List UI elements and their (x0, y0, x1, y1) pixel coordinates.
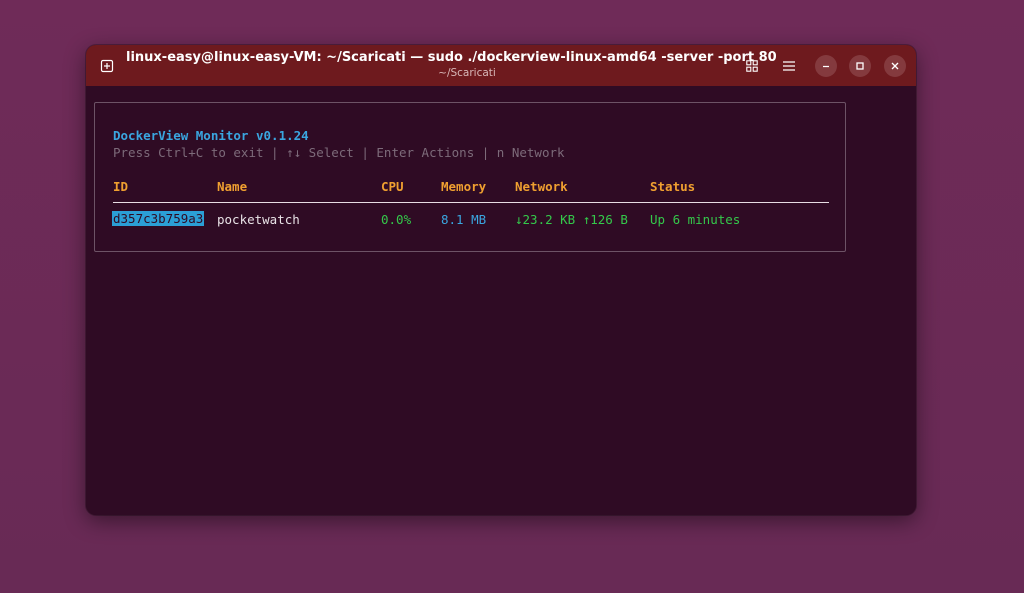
column-header-name: Name (217, 179, 248, 194)
header-divider (113, 202, 829, 203)
container-name-cell: pocketwatch (217, 212, 300, 227)
memory-cell: 8.1 MB (441, 212, 487, 227)
network-cell: ↓23.2 KB ↑126 B (515, 212, 628, 227)
cpu-cell: 0.0% (381, 212, 412, 227)
title-bar[interactable]: linux-easy@linux-easy-VM: ~/Scaricati — … (86, 45, 916, 86)
help-line: Press Ctrl+C to exit | ↑↓ Select | Enter… (113, 145, 565, 160)
column-header-network: Network (515, 179, 568, 194)
container-id-cell[interactable]: d357c3b759a3 (112, 211, 205, 226)
monitor-panel: DockerView Monitor v0.1.24 Press Ctrl+C … (94, 102, 846, 252)
column-header-id: ID (113, 179, 129, 194)
maximize-icon[interactable] (849, 55, 871, 77)
terminal-area[interactable]: DockerView Monitor v0.1.24 Press Ctrl+C … (86, 86, 916, 515)
status-cell: Up 6 minutes (650, 212, 741, 227)
app-title: DockerView Monitor v0.1.24 (113, 128, 309, 143)
minimize-icon[interactable] (815, 55, 837, 77)
new-tab-icon[interactable] (98, 57, 116, 75)
window-title: linux-easy@linux-easy-VM: ~/Scaricati — … (126, 50, 776, 65)
column-header-cpu: CPU (381, 179, 404, 194)
column-header-memory: Memory (441, 179, 487, 194)
terminal-window: linux-easy@linux-easy-VM: ~/Scaricati — … (86, 45, 916, 515)
close-icon[interactable] (884, 55, 906, 77)
grid-icon[interactable] (742, 56, 762, 76)
window-subtitle: ~/Scaricati (438, 67, 496, 79)
hamburger-menu-icon[interactable] (779, 56, 799, 76)
column-header-status: Status (650, 179, 696, 194)
